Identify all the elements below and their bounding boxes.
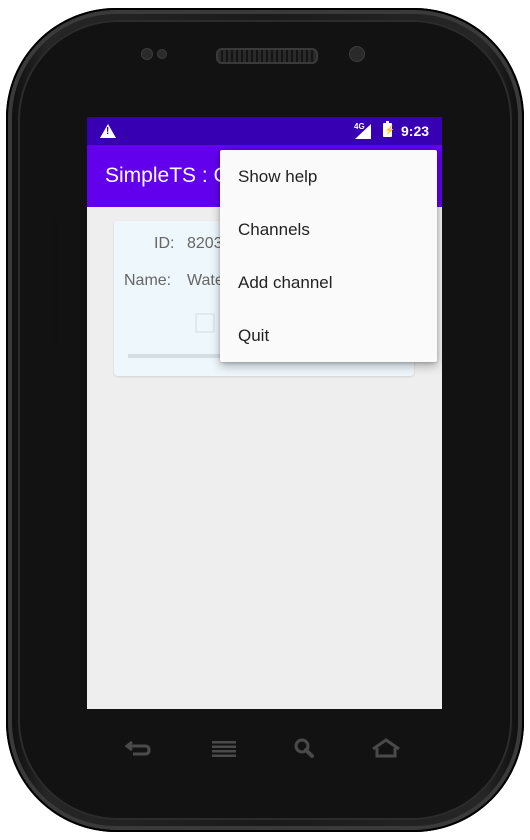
search-icon[interactable]: [285, 734, 325, 764]
menu-icon[interactable]: [204, 734, 244, 764]
channel-name-label: Name:: [124, 272, 172, 289]
menu-item-add-channel[interactable]: Add channel: [220, 256, 437, 309]
menu-item-quit[interactable]: Quit: [220, 309, 437, 362]
channel-name-value: Wate: [187, 272, 224, 289]
battery-charging-icon: [383, 121, 395, 137]
channel-id-value: 8203: [187, 235, 223, 252]
status-clock: 9:23: [401, 123, 430, 139]
menu-item-show-help[interactable]: Show help: [220, 150, 437, 203]
channel-checkbox[interactable]: [195, 313, 215, 333]
status-bar: 4G 9:23: [87, 117, 442, 145]
earpiece-speaker: [216, 48, 318, 64]
app-title: SimpleTS : C: [105, 164, 229, 187]
front-camera: [349, 46, 365, 62]
volume-button: [52, 218, 58, 348]
warning-icon: [100, 124, 116, 138]
proximity-sensor: [141, 48, 153, 60]
signal-icon: [355, 124, 371, 139]
device-screen: 4G 9:23 SimpleTS : C ID: 8203 Name: Wate…: [87, 117, 442, 709]
back-icon[interactable]: [119, 734, 159, 764]
channel-id-label: ID:: [154, 235, 175, 252]
menu-item-channels[interactable]: Channels: [220, 203, 437, 256]
light-sensor: [157, 49, 167, 59]
overflow-menu: Show help Channels Add channel Quit: [220, 150, 437, 362]
home-icon[interactable]: [366, 734, 406, 764]
